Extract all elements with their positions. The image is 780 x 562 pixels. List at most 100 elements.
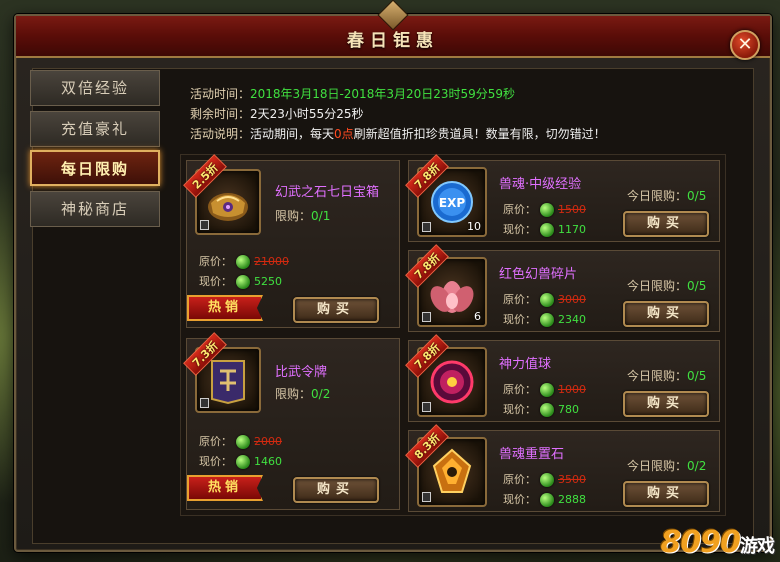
- item-limit: 限购：0/2: [275, 385, 330, 402]
- today-limit: 今日限购：0/5: [627, 367, 706, 384]
- jade-coin-icon: [540, 293, 554, 307]
- today-limit: 今日限购：0/5: [627, 187, 706, 204]
- original-price-label: 原价：: [503, 293, 536, 306]
- event-desc-pre: 活动期间，每天: [250, 127, 335, 141]
- current-price-row: 现价： 1460: [199, 453, 282, 471]
- hot-sale-badge: 热销: [187, 295, 263, 321]
- event-time-value: 2018年3月18日-2018年3月20日23时59分59秒: [250, 87, 516, 101]
- buy-button[interactable]: 购买: [293, 297, 379, 323]
- window-title: 春日钜惠: [347, 31, 439, 51]
- original-price-label: 原价：: [503, 383, 536, 396]
- item-quantity: 6: [474, 310, 481, 323]
- current-price-label: 现价：: [503, 403, 536, 416]
- tab-daily-limited[interactable]: 每日限购: [30, 150, 160, 186]
- item-name: 红色幻兽碎片: [499, 267, 578, 282]
- shop-card-large: 2.5折 幻武之石七日宝箱 限购：0/1 原价： 21000 现价： 5250 热销…: [183, 154, 400, 328]
- original-price-value: 3500: [558, 473, 586, 486]
- original-price-row: 原价： 21000: [199, 253, 289, 271]
- original-price-label: 原价：: [503, 203, 536, 216]
- watermark-main: 8090: [660, 525, 741, 560]
- event-desc-highlight: 0点: [334, 127, 354, 141]
- today-limit-label: 今日限购：: [627, 279, 688, 293]
- item-limit: 限购：0/1: [275, 207, 330, 224]
- current-price-value: 5250: [254, 275, 282, 288]
- original-price-row: 原价： 2000: [199, 433, 282, 451]
- jade-coin-icon: [236, 435, 250, 449]
- today-limit-value: 0/5: [687, 279, 707, 293]
- original-price-row: 原价： 1000: [503, 381, 586, 399]
- item-name: 兽魂重置石: [499, 447, 565, 462]
- today-limit-value: 0/2: [687, 459, 707, 473]
- buy-button[interactable]: 购买: [293, 477, 379, 503]
- today-limit-label: 今日限购：: [627, 369, 688, 383]
- current-price-row: 现价： 2340: [503, 311, 586, 329]
- current-price-row: 现价： 2888: [503, 491, 586, 509]
- current-price-value: 2340: [558, 313, 586, 326]
- remaining-time-row: 剩余时间：2天23小时55分25秒: [190, 104, 730, 124]
- lotus-graphic: [430, 281, 474, 313]
- watermark-sub: 游戏: [740, 536, 775, 557]
- shop-card-small: 6 7.8折 红色幻兽碎片 今日限购：0/5 原价： 3000 现价： 2340 购…: [405, 244, 720, 332]
- original-price-row: 原价： 3000: [503, 291, 586, 309]
- bound-lock-icon: [422, 402, 431, 412]
- current-price-value: 1460: [254, 455, 282, 468]
- site-watermark: 8090游戏: [660, 525, 776, 560]
- bound-lock-icon: [200, 220, 209, 230]
- original-price-row: 原价： 3500: [503, 471, 586, 489]
- original-price-row: 原价： 1500: [503, 201, 586, 219]
- limit-value: 0/1: [311, 209, 331, 223]
- item-name: 幻武之石七日宝箱: [275, 185, 380, 200]
- tab-mystery-shop[interactable]: 神秘商店: [30, 191, 160, 227]
- buy-button[interactable]: 购买: [623, 301, 709, 327]
- remaining-time-value: 2天23小时55分25秒: [250, 107, 364, 121]
- event-desc-label: 活动说明：: [190, 127, 251, 141]
- tab-double-exp[interactable]: 双倍经验: [30, 70, 160, 106]
- item-name: 兽魂·中级经验: [499, 177, 582, 192]
- buy-button[interactable]: 购买: [623, 391, 709, 417]
- limit-label: 限购：: [275, 387, 312, 401]
- current-price-label: 现价：: [199, 455, 232, 468]
- event-info: 活动时间：2018年3月18日-2018年3月20日23时59分59秒 剩余时间…: [190, 84, 730, 144]
- jade-coin-icon: [236, 275, 250, 289]
- buy-button[interactable]: 购买: [623, 211, 709, 237]
- current-price-row: 现价： 5250: [199, 273, 282, 291]
- jade-coin-icon: [540, 313, 554, 327]
- current-price-label: 现价：: [199, 275, 232, 288]
- token-graphic: [211, 360, 245, 405]
- shop-card-small: EXP 10 7.8折 兽魂·中级经验 今日限购：0/5 原价： 1500 现价：…: [405, 154, 720, 242]
- tab-recharge-gift[interactable]: 充值豪礼: [30, 111, 160, 147]
- jade-coin-icon: [236, 255, 250, 269]
- power-orb-graphic: [430, 360, 474, 404]
- shop-card-large: 7.3折 比武令牌 限购：0/2 原价： 2000 现价： 1460 热销 购买: [183, 332, 400, 510]
- current-price-value: 780: [558, 403, 579, 416]
- jade-coin-icon: [540, 383, 554, 397]
- jade-coin-icon: [540, 493, 554, 507]
- bound-lock-icon: [422, 312, 431, 322]
- svg-text:EXP: EXP: [439, 196, 465, 210]
- jade-coin-icon: [540, 223, 554, 237]
- buy-button[interactable]: 购买: [623, 481, 709, 507]
- close-button[interactable]: ✕: [730, 30, 760, 60]
- original-price-value: 2000: [254, 435, 282, 448]
- jade-coin-icon: [540, 403, 554, 417]
- event-desc-row: 活动说明：活动期间，每天0点刷新超值折扣珍贵道具！数量有限，切勿错过！: [190, 124, 730, 144]
- current-price-row: 现价： 1170: [503, 221, 586, 239]
- limit-value: 0/2: [311, 387, 331, 401]
- event-desc-post: 刷新超值折扣珍贵道具！数量有限，切勿错过！: [353, 127, 606, 141]
- original-price-label: 原价：: [199, 255, 232, 268]
- today-limit-label: 今日限购：: [627, 189, 688, 203]
- today-limit-value: 0/5: [687, 369, 707, 383]
- jade-coin-icon: [236, 455, 250, 469]
- current-price-label: 现价：: [503, 493, 536, 506]
- today-limit: 今日限购：0/2: [627, 457, 706, 474]
- today-limit-value: 0/5: [687, 189, 707, 203]
- limit-label: 限购：: [275, 209, 312, 223]
- bound-lock-icon: [422, 222, 431, 232]
- jade-coin-icon: [540, 203, 554, 217]
- today-limit-label: 今日限购：: [627, 459, 688, 473]
- hot-sale-badge: 热销: [187, 475, 263, 501]
- original-price-value: 1000: [558, 383, 586, 396]
- item-name: 比武令牌: [275, 365, 328, 380]
- bound-lock-icon: [200, 398, 209, 408]
- current-price-value: 2888: [558, 493, 586, 506]
